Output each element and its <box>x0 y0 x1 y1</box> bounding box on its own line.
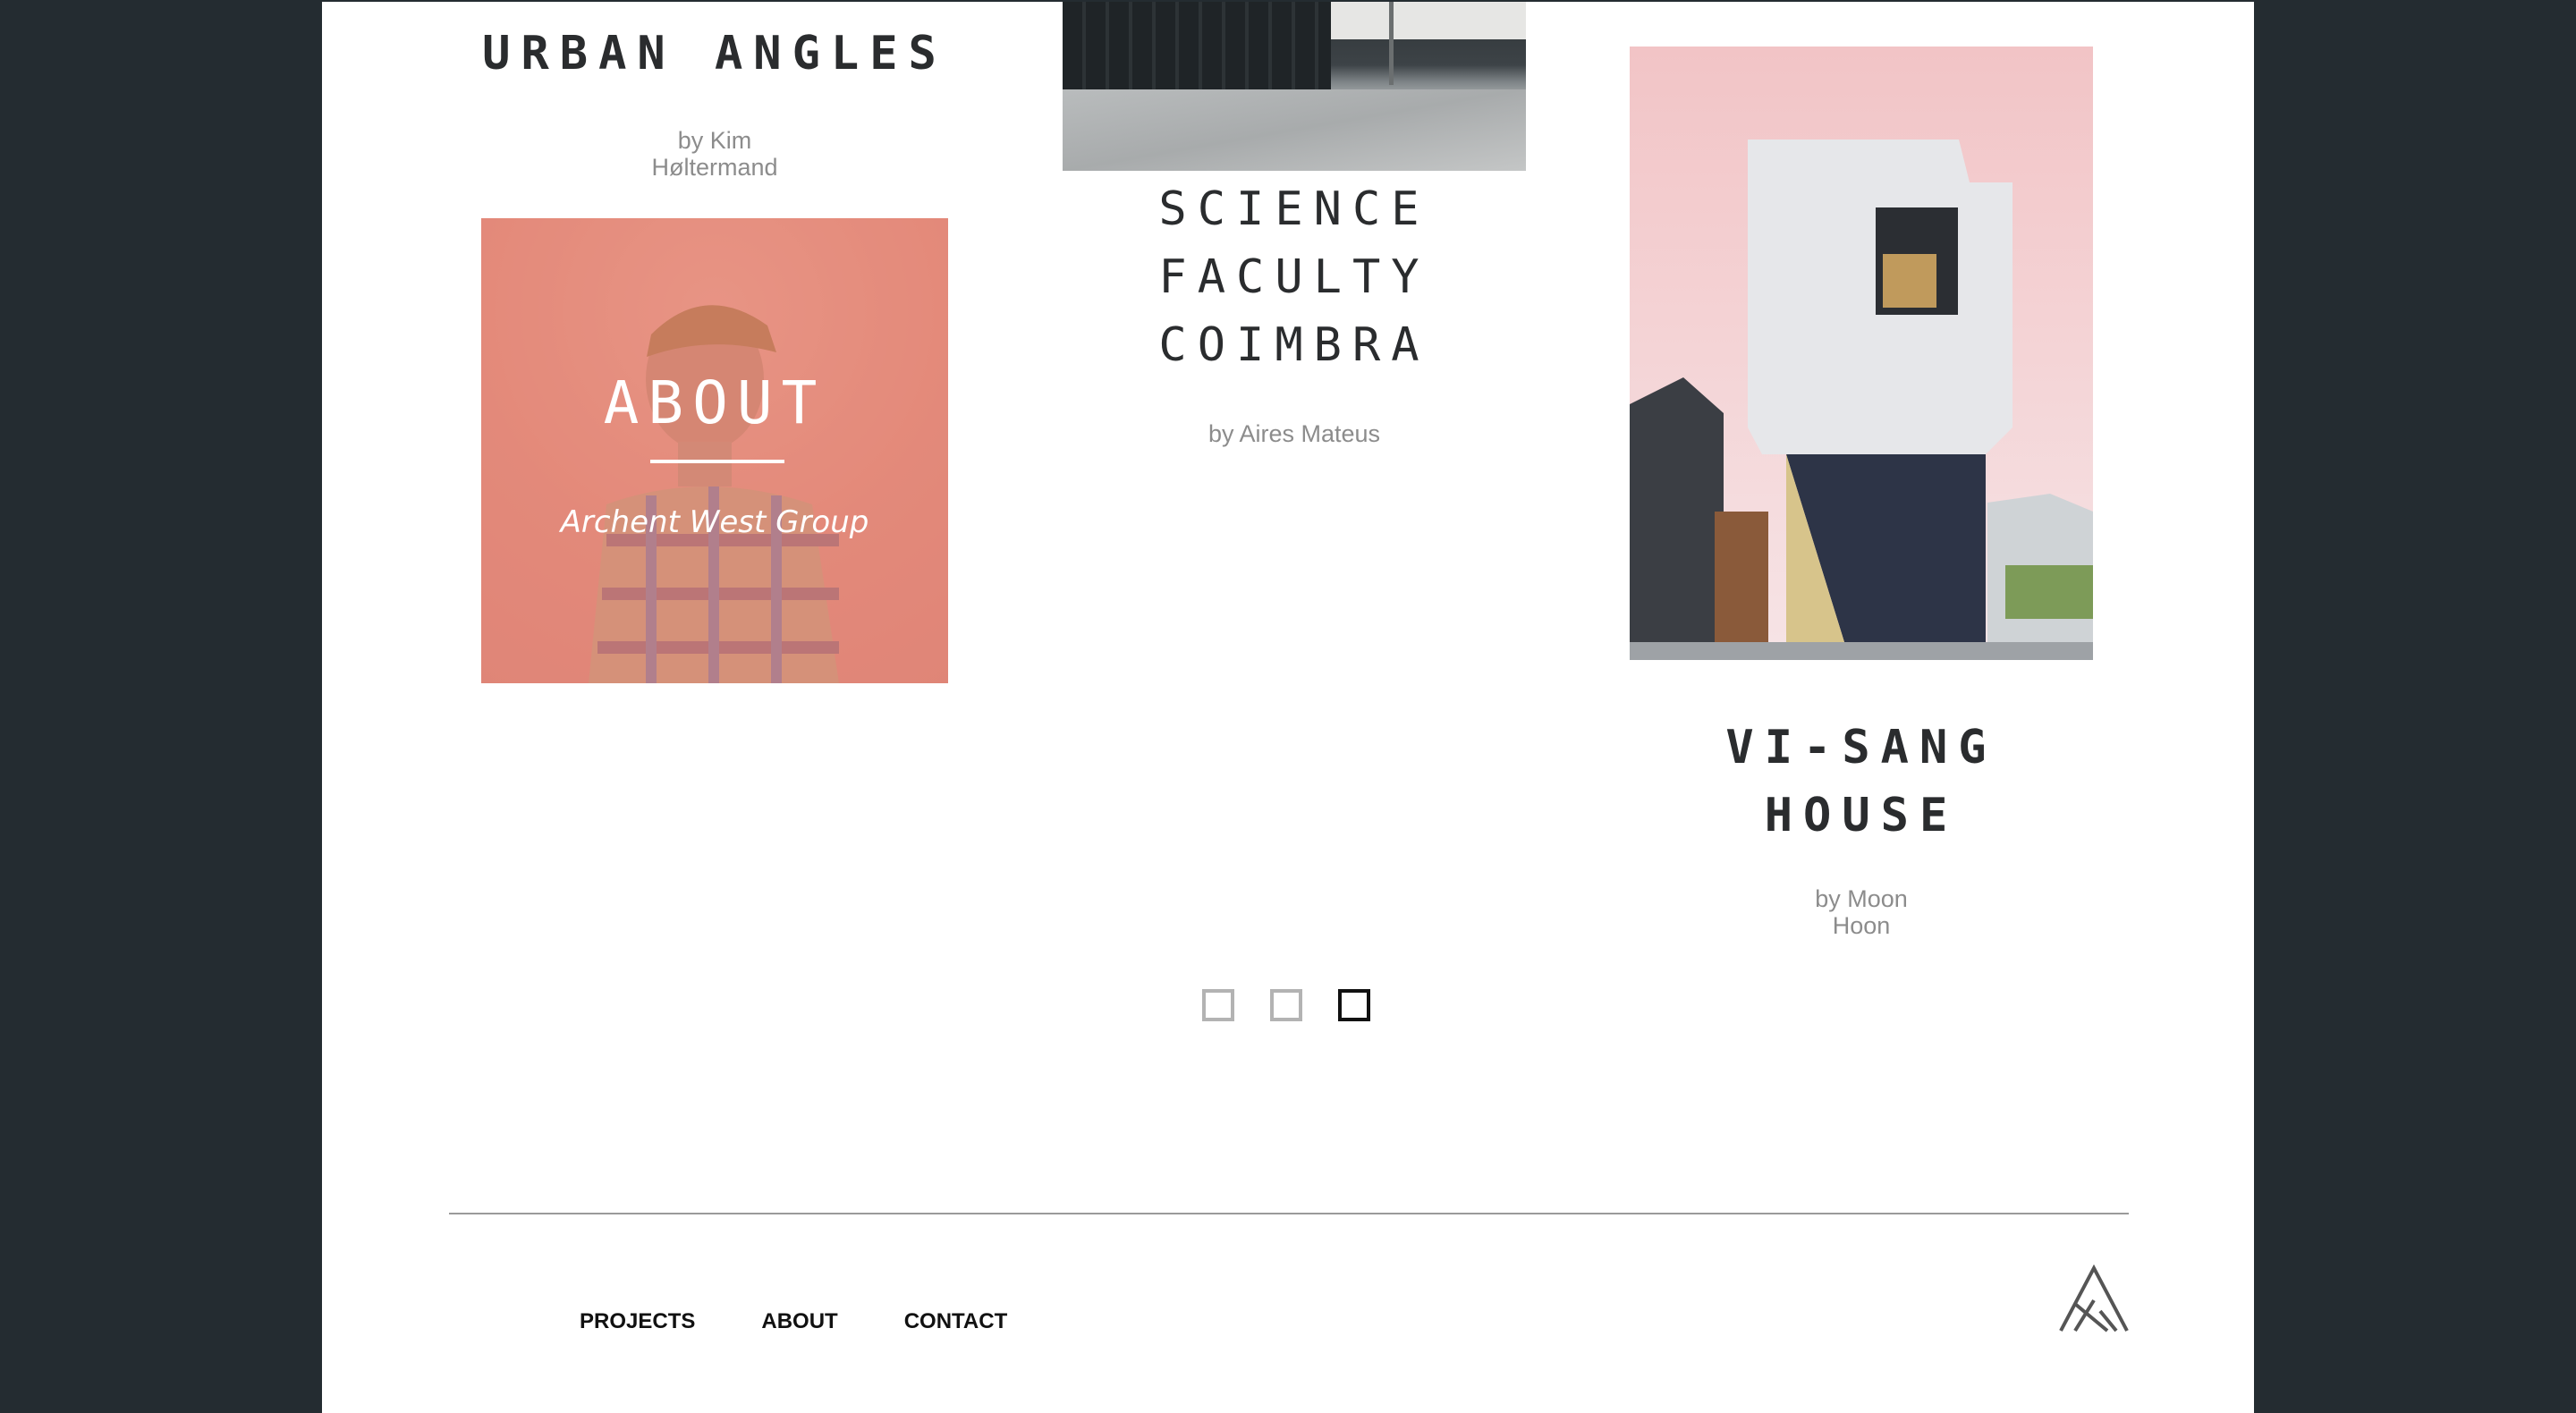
project-card-vi-sang-house[interactable]: VI-SANG HOUSE by Moon Hoon <box>1630 714 2093 939</box>
street-pole <box>1389 2 1394 85</box>
footer-link-contact[interactable]: CONTACT <box>904 1309 1008 1334</box>
project-card-urban-angles[interactable]: URBAN ANGLES by Kim Høltermand <box>481 20 948 181</box>
sidewalk <box>1063 89 1526 171</box>
footer-link-about[interactable]: ABOUT <box>761 1309 837 1334</box>
footer-nav: PROJECTS ABOUT CONTACT <box>580 1309 1007 1334</box>
about-heading: ABOUT <box>603 368 826 437</box>
about-tint-overlay <box>481 218 948 683</box>
project-image-science-faculty[interactable] <box>1063 2 1526 171</box>
building-glass-facade <box>1063 2 1331 89</box>
about-divider <box>650 460 784 463</box>
byline-suffix: Høltermand <box>651 154 778 181</box>
about-tile[interactable]: ABOUT Archent West Group <box>481 218 948 683</box>
project-title-line-1[interactable]: SCIENCE FACULTY <box>1063 175 1526 311</box>
project-title[interactable]: VI-SANG HOUSE <box>1630 714 2093 850</box>
byline-suffix: Hoon <box>1832 912 1891 939</box>
project-byline: by Aires Mateus <box>1208 420 1381 447</box>
project-title-line-2[interactable]: COIMBRA <box>1063 311 1526 379</box>
page-dot-1[interactable] <box>1202 989 1234 1021</box>
footer-link-projects[interactable]: PROJECTS <box>580 1309 695 1334</box>
byline-prefix: by Kim <box>677 127 752 154</box>
archent-logo-icon[interactable] <box>2057 1265 2131 1334</box>
project-byline: by Kim Høltermand <box>481 127 948 181</box>
project-byline: by Moon Hoon <box>1630 885 2093 939</box>
project-image-vi-sang-house[interactable] <box>1630 47 2093 660</box>
footer-divider <box>449 1213 2129 1214</box>
page-dot-2[interactable] <box>1270 989 1302 1021</box>
page-content: URBAN ANGLES by Kim Høltermand SCIENCE F… <box>322 2 2254 1413</box>
page-dot-3-active[interactable] <box>1338 989 1370 1021</box>
building-wall <box>1331 2 1526 39</box>
about-subtitle: Archent West Group <box>560 504 869 540</box>
byline-prefix: by Moon <box>1815 885 1908 912</box>
pagination <box>1202 989 1370 1021</box>
project-title[interactable]: URBAN ANGLES <box>481 20 948 88</box>
project-card-science-faculty[interactable]: SCIENCE FACULTY COIMBRA by Aires Mateus <box>1063 175 1526 447</box>
